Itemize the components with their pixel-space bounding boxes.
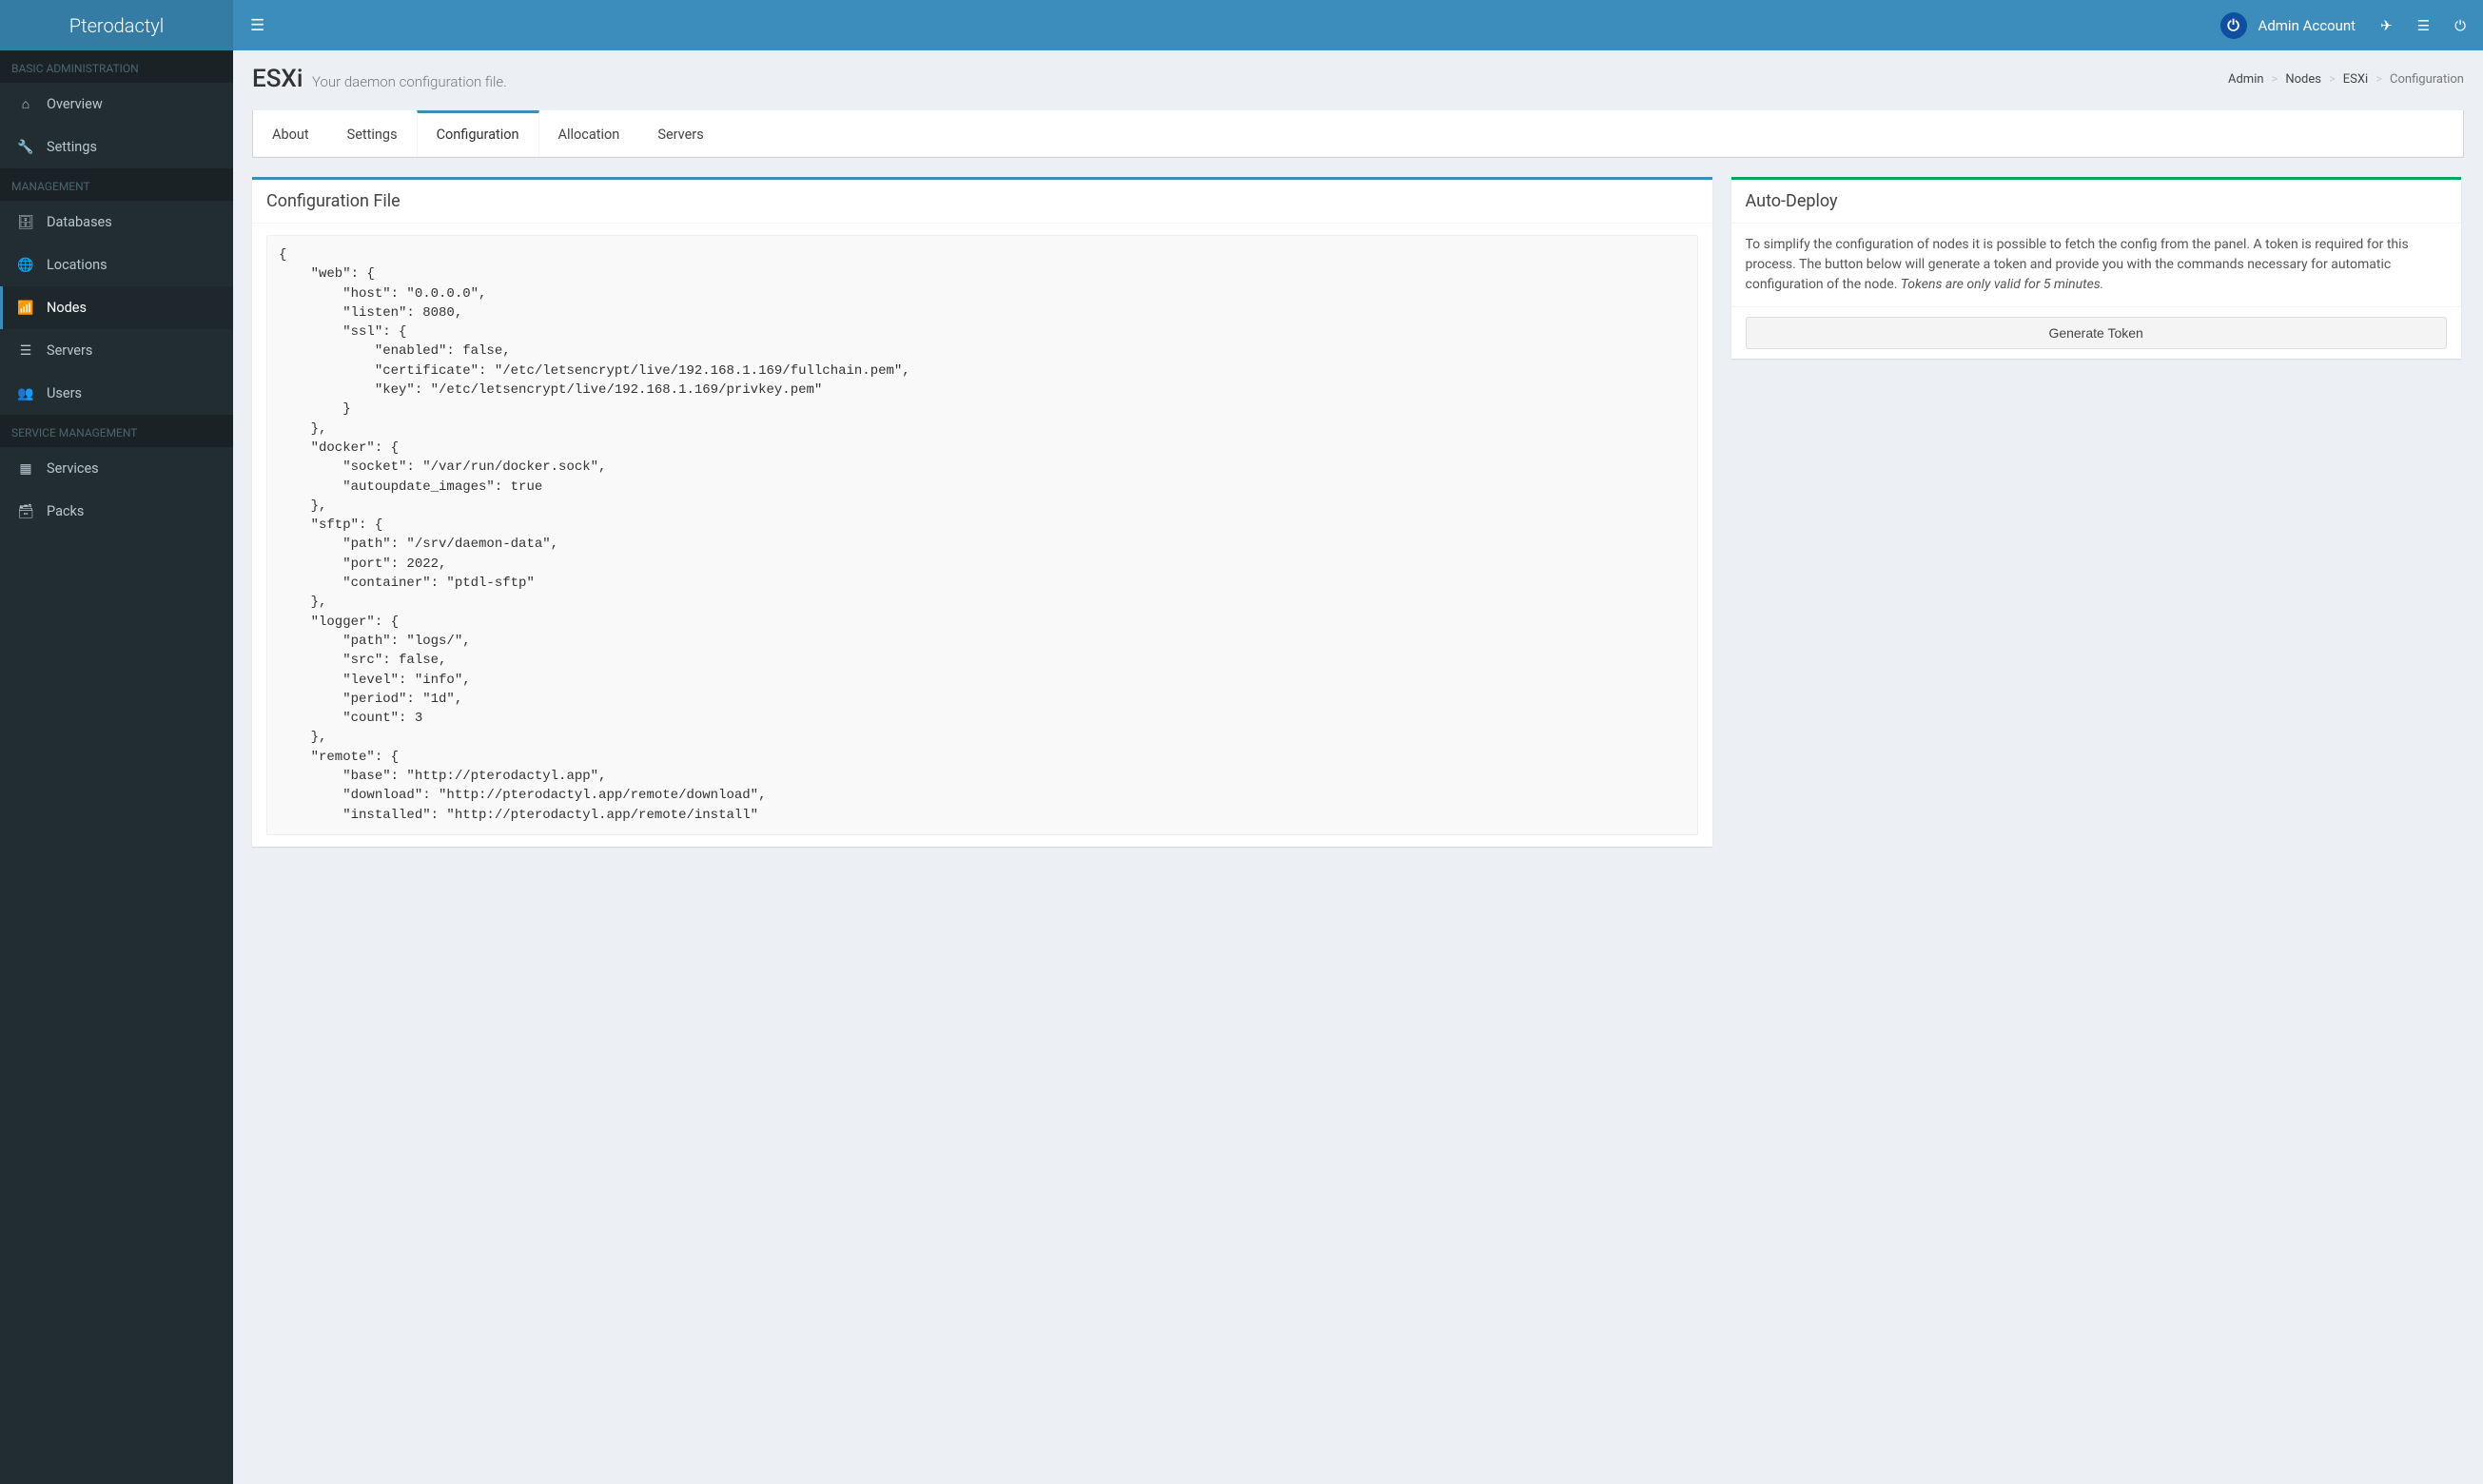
home-icon: ⌂ (14, 96, 37, 112)
sidebar: Pterodactyl BASIC ADMINISTRATION ⌂ Overvie… (0, 0, 233, 1484)
tab-servers[interactable]: Servers (638, 110, 722, 156)
database-icon: 🗄 (14, 215, 37, 230)
page-subtitle: Your daemon configuration file. (312, 73, 507, 90)
sidebar-item-label: Services (47, 460, 99, 477)
users-icon: 👥 (14, 386, 37, 401)
breadcrumb-item[interactable]: ESXi (2343, 72, 2368, 87)
user-name: Admin Account (2258, 17, 2356, 34)
th-large-icon: ▦ (14, 461, 37, 477)
sidebar-toggle-icon[interactable]: ☰ (250, 16, 264, 35)
sidebar-item-nodes[interactable]: 📶 Nodes (0, 286, 233, 329)
sidebar-item-label: Servers (47, 342, 92, 359)
chevron-right-icon: > (2375, 72, 2382, 87)
sitemap-icon: 📶 (14, 301, 37, 316)
breadcrumb-item: Configuration (2390, 72, 2464, 87)
configuration-file-title: Configuration File (266, 191, 1698, 211)
auto-deploy-title: Auto-Deploy (1746, 191, 2447, 211)
logout-icon[interactable]: ⏻ (2454, 17, 2466, 34)
sidebar-item-packs[interactable]: 🗃 Packs (0, 490, 233, 533)
configuration-file-box: Configuration File { "web": { "host": "0… (252, 177, 1712, 847)
sidebar-item-label: Databases (47, 214, 112, 230)
breadcrumb-item[interactable]: Admin (2228, 72, 2264, 87)
brand-logo[interactable]: Pterodactyl (0, 0, 233, 50)
chevron-right-icon: > (2329, 72, 2336, 87)
user-menu[interactable]: ⏻ Admin Account (2220, 12, 2356, 39)
sidebar-section-header: BASIC ADMINISTRATION (0, 50, 233, 83)
sidebar-item-label: Nodes (47, 300, 87, 316)
navbar: ☰ ⏻ Admin Account ✈ ☰ ⏻ (233, 0, 2483, 50)
sidebar-item-overview[interactable]: ⌂ Overview (0, 83, 233, 126)
chevron-right-icon: > (2272, 72, 2278, 87)
globe-icon: 🌐 (14, 258, 37, 273)
page-title: ESXi (252, 65, 303, 93)
breadcrumb-item[interactable]: Nodes (2285, 72, 2321, 87)
server-icon: ☰ (14, 343, 37, 359)
exit-admin-icon[interactable]: ✈ (2380, 17, 2393, 34)
generate-token-button[interactable]: Generate Token (1746, 317, 2447, 349)
tab-settings[interactable]: Settings (328, 110, 417, 156)
configuration-file-content: { "web": { "host": "0.0.0.0", "listen": … (266, 235, 1698, 835)
sidebar-item-label: Locations (47, 257, 108, 273)
tab-about[interactable]: About (253, 110, 328, 156)
sidebar-section-header: MANAGEMENT (0, 168, 233, 201)
archive-icon: 🗃 (14, 504, 37, 519)
sidebar-item-label: Settings (47, 139, 97, 155)
sidebar-item-servers[interactable]: ☰ Servers (0, 329, 233, 372)
tab-allocation[interactable]: Allocation (539, 110, 639, 156)
sidebar-item-locations[interactable]: 🌐 Locations (0, 244, 233, 286)
auto-deploy-note: Tokens are only valid for 5 minutes. (1901, 277, 2104, 292)
breadcrumb: Admin > Nodes > ESXi > Configuration (2228, 72, 2464, 87)
sidebar-item-label: Users (47, 385, 82, 401)
sidebar-item-label: Overview (47, 96, 103, 112)
sidebar-item-label: Packs (47, 503, 84, 519)
server-icon[interactable]: ☰ (2417, 17, 2430, 34)
sidebar-item-services[interactable]: ▦ Services (0, 447, 233, 490)
sidebar-item-databases[interactable]: 🗄 Databases (0, 201, 233, 244)
auto-deploy-box: Auto-Deploy To simplify the configuratio… (1731, 177, 2461, 359)
tab-configuration[interactable]: Configuration (417, 110, 539, 156)
sidebar-section-header: SERVICE MANAGEMENT (0, 415, 233, 447)
sidebar-item-settings[interactable]: 🔧 Settings (0, 126, 233, 168)
sidebar-item-users[interactable]: 👥 Users (0, 372, 233, 415)
tabs-container: AboutSettingsConfigurationAllocationServ… (252, 110, 2464, 158)
wrench-icon: 🔧 (14, 140, 37, 155)
power-icon: ⏻ (2220, 12, 2247, 39)
